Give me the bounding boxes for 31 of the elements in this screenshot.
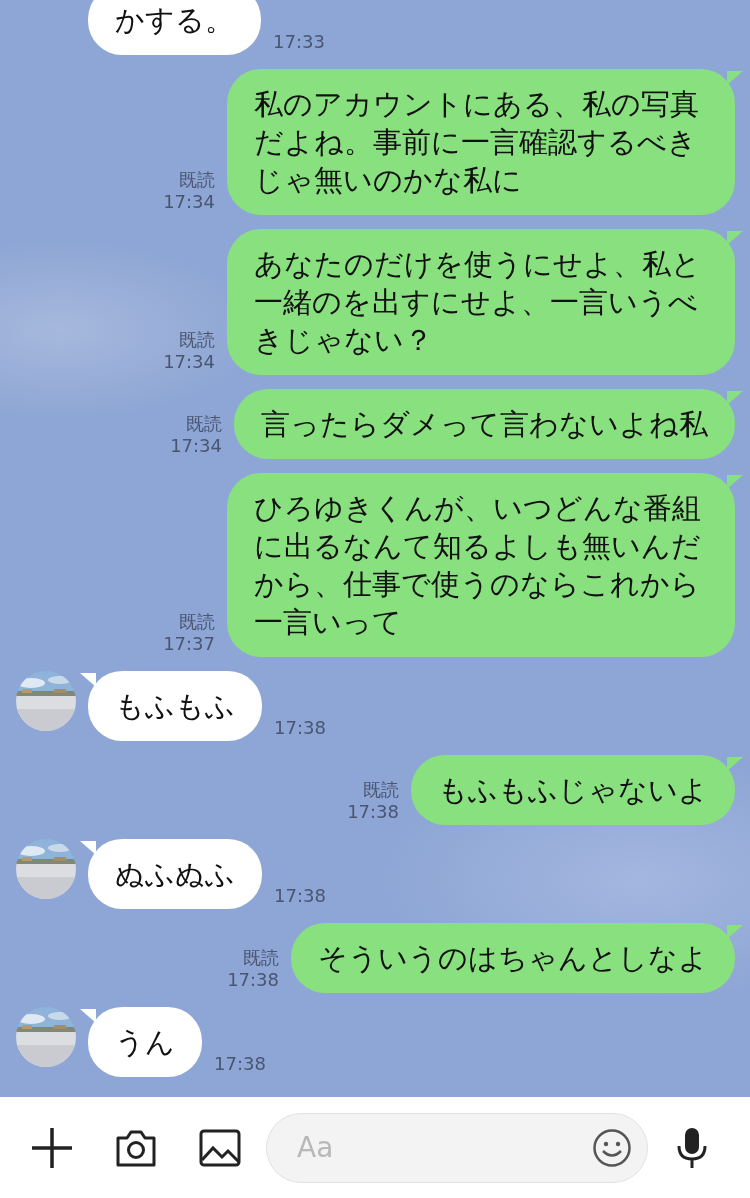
image-icon[interactable] [198, 1127, 242, 1168]
emoji-icon[interactable] [592, 1127, 632, 1168]
read-receipt: 既読 [179, 611, 215, 633]
read-receipt: 既読 [179, 169, 215, 191]
timestamp: 17:37 [163, 633, 215, 655]
message-input[interactable]: Aa [266, 1112, 648, 1183]
bubble-tail [80, 841, 96, 855]
timestamp: 17:38 [274, 885, 326, 907]
bubble-tail [727, 757, 743, 771]
bubble-tail [727, 391, 743, 405]
timestamp: 17:34 [163, 191, 215, 213]
read-receipt: 既読 [363, 779, 399, 801]
read-receipt: 既読 [186, 413, 222, 435]
timestamp: 17:34 [163, 351, 215, 373]
message-bubble: かする。 [88, 0, 261, 55]
timestamp: 17:33 [273, 31, 325, 53]
bubble-tail [727, 71, 743, 85]
timestamp: 17:38 [227, 969, 279, 991]
bubble-tail [727, 231, 743, 245]
bubble-tail [727, 475, 743, 489]
timestamp: 17:34 [170, 435, 222, 457]
microphone-icon[interactable] [676, 1125, 708, 1170]
read-receipt: 既読 [243, 947, 279, 969]
bubble-tail [80, 1009, 96, 1023]
bubble-tail [727, 925, 743, 939]
read-receipt: 既読 [179, 329, 215, 351]
timestamp: 17:38 [214, 1053, 266, 1075]
timestamp: 17:38 [347, 801, 399, 823]
timestamp: 17:38 [274, 717, 326, 739]
bubble-tail [80, 673, 96, 687]
plus-icon[interactable] [30, 1125, 74, 1170]
